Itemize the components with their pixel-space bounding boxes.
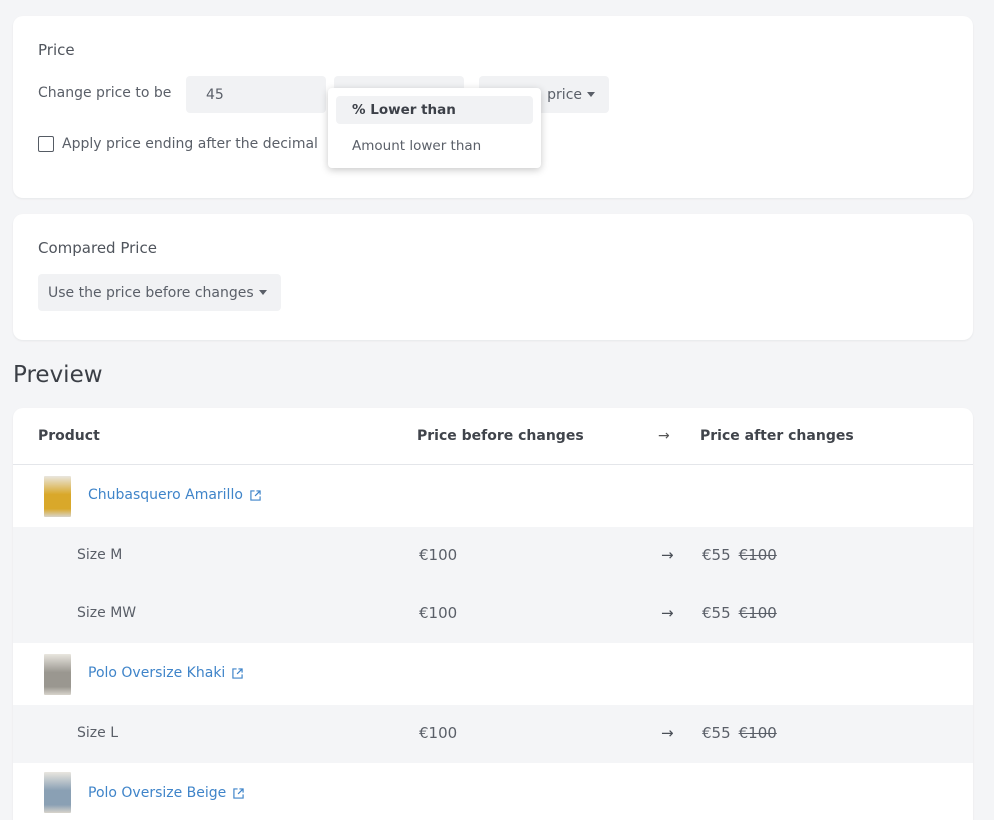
variant-row: Size MW €100 → €55 €100 (13, 585, 973, 643)
price-after-value: €55 (702, 724, 731, 742)
preview-table: Product Price before changes → Price aft… (13, 408, 973, 820)
product-name: Polo Oversize Khaki (88, 665, 226, 681)
variant-name: Size L (77, 725, 118, 741)
product-name: Chubasquero Amarillo (88, 487, 243, 503)
apply-ending-checkbox[interactable] (38, 136, 54, 152)
product-link[interactable]: Polo Oversize Beige (88, 785, 244, 801)
price-after: €55 €100 (702, 546, 777, 564)
arrow-right-icon: → (661, 604, 674, 622)
price-base-label: price (547, 86, 582, 103)
product-name: Polo Oversize Beige (88, 785, 227, 801)
price-after: €55 €100 (702, 604, 777, 622)
product-row: Polo Oversize Khaki (13, 643, 973, 705)
arrow-right-icon: → (661, 546, 674, 564)
price-after: €55 €100 (702, 724, 777, 742)
compared-section-title: Compared Price (38, 239, 157, 257)
product-link[interactable]: Polo Oversize Khaki (88, 665, 244, 681)
dropdown-option-amount-lower[interactable]: Amount lower than (336, 132, 533, 160)
amount-input[interactable]: 45 (186, 76, 326, 113)
product-thumbnail (44, 476, 71, 517)
compare-at-price: €100 (738, 604, 777, 622)
product-link[interactable]: Chubasquero Amarillo (88, 487, 261, 503)
price-before: €100 (419, 546, 458, 564)
product-thumbnail (44, 772, 71, 813)
compare-at-price: €100 (738, 724, 777, 742)
dropdown-option-percent-lower[interactable]: % Lower than (336, 96, 533, 124)
price-before: €100 (419, 724, 458, 742)
price-mode-dropdown: % Lower than Amount lower than (328, 88, 541, 168)
column-before: Price before changes (417, 428, 584, 444)
column-product: Product (38, 428, 100, 444)
compared-price-select[interactable]: Use the price before changes (38, 274, 281, 311)
product-thumbnail (44, 654, 71, 695)
apply-ending-label: Apply price ending after the decimal (62, 136, 318, 152)
external-link-icon (232, 667, 244, 679)
external-link-icon (250, 489, 261, 501)
compared-price-card: Compared Price Use the price before chan… (13, 214, 973, 340)
column-after: Price after changes (700, 428, 854, 444)
price-section-title: Price (38, 41, 75, 59)
price-after-value: €55 (702, 546, 731, 564)
preview-title: Preview (13, 362, 103, 388)
arrow-right-icon: → (661, 724, 674, 742)
price-before: €100 (419, 604, 458, 622)
change-price-label: Change price to be (38, 85, 172, 101)
variant-row: Size L €100 → €55 €100 (13, 705, 973, 763)
column-arrow-icon: → (658, 428, 670, 444)
compared-select-label: Use the price before changes (48, 284, 254, 301)
variant-name: Size MW (77, 605, 137, 621)
price-after-value: €55 (702, 604, 731, 622)
variant-name: Size M (77, 547, 123, 563)
external-link-icon (233, 787, 244, 799)
variant-row: Size M €100 → €55 €100 (13, 527, 973, 585)
chevron-down-icon (258, 290, 267, 295)
compare-at-price: €100 (738, 546, 777, 564)
chevron-down-icon (587, 92, 595, 97)
product-row: Polo Oversize Beige (13, 763, 973, 820)
product-row: Chubasquero Amarillo (13, 465, 973, 527)
table-header: Product Price before changes → Price aft… (13, 408, 973, 465)
apply-ending-row[interactable]: Apply price ending after the decimal (38, 136, 318, 152)
